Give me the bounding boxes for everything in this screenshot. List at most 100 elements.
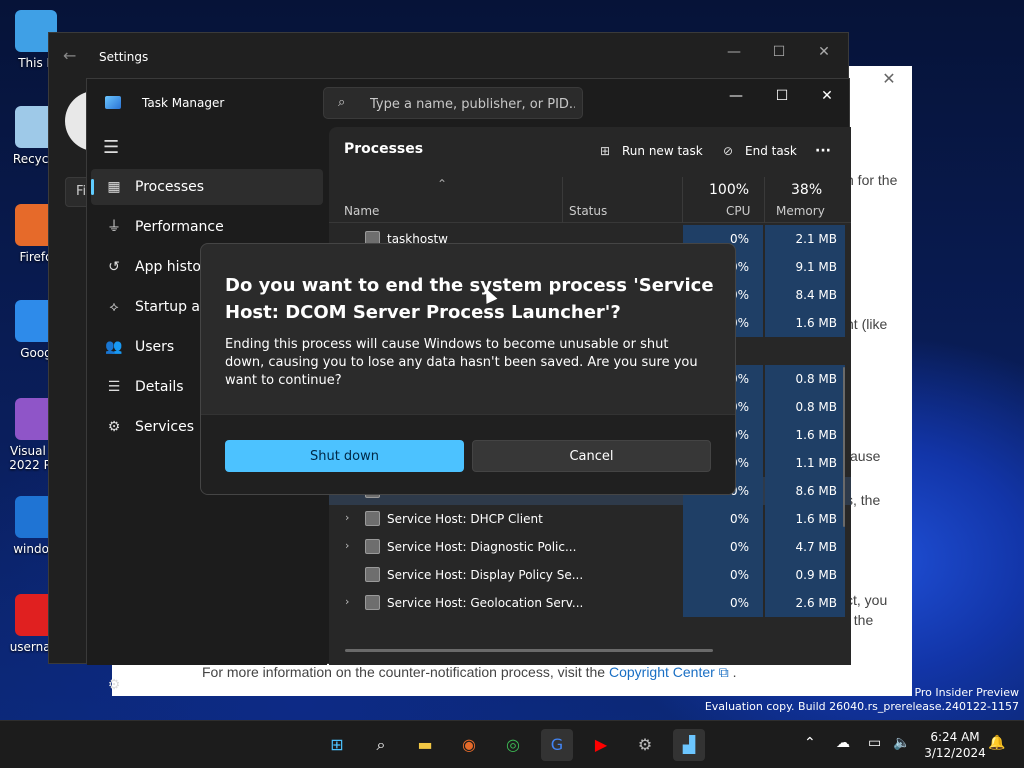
column-divider bbox=[562, 177, 563, 223]
notification-bell-icon[interactable]: 🔔 bbox=[988, 735, 1005, 751]
settings-close-button[interactable]: ✕ bbox=[809, 41, 839, 63]
process-name: Service Host: Diagnostic Polic... bbox=[387, 540, 577, 554]
hamburger-menu-icon[interactable]: ☰ bbox=[103, 137, 119, 158]
memory-cell: 1.6 MB bbox=[765, 309, 845, 337]
expand-chevron-icon[interactable]: › bbox=[345, 539, 357, 552]
chrome-icon[interactable]: ◎ bbox=[497, 729, 529, 761]
sidebar-item-label: Processes bbox=[135, 179, 205, 195]
start-icon[interactable]: ⊞ bbox=[321, 729, 353, 761]
vertical-scrollbar[interactable] bbox=[843, 367, 845, 527]
show-hidden-icons-chevron-icon[interactable]: ⌃ bbox=[804, 735, 816, 751]
expand-chevron-icon[interactable]: › bbox=[345, 595, 357, 608]
dialog-title: Do you want to end the system process 'S… bbox=[225, 275, 714, 323]
cpu-cell: 0% bbox=[683, 561, 763, 589]
table-row[interactable]: › Service Host: DHCP Client 0% 1.6 MB bbox=[329, 505, 851, 533]
settings-app-icon[interactable]: ⚙ bbox=[629, 729, 661, 761]
cpu-total-percent: 100% bbox=[709, 182, 750, 198]
table-row[interactable]: › Service Host: Diagnostic Polic... 0% 4.7 … bbox=[329, 533, 851, 561]
watermark-line: Evaluation copy. Build 26040.rs_prerelea… bbox=[704, 700, 1019, 713]
memory-cell: 8.4 MB bbox=[765, 281, 845, 309]
youtube-icon[interactable]: ▶ bbox=[585, 729, 617, 761]
run-new-task-button[interactable]: ⊞ Run new task bbox=[596, 137, 703, 165]
process-name: Service Host: DHCP Client bbox=[387, 512, 543, 526]
task-manager-logo-icon bbox=[105, 96, 121, 109]
browser-close-icon[interactable]: ✕ bbox=[878, 68, 900, 90]
firefox-icon[interactable]: ◉ bbox=[453, 729, 485, 761]
sidebar-item-label: Users bbox=[135, 339, 175, 355]
process-name: Service Host: Display Policy Se... bbox=[387, 568, 584, 582]
copyright-center-link[interactable]: Copyright Center bbox=[609, 664, 715, 680]
end-task-button[interactable]: ⊘ End task bbox=[719, 137, 797, 165]
run-task-icon: ⊞ bbox=[599, 144, 611, 158]
memory-cell: 2.6 MB bbox=[765, 589, 845, 617]
cpu-cell: 0% bbox=[683, 505, 763, 533]
shut-down-button[interactable]: Shut down bbox=[225, 440, 464, 472]
file-explorer-icon[interactable]: ▬ bbox=[409, 729, 441, 761]
sidebar-item-performance[interactable]: ⏚ Performance bbox=[91, 209, 323, 245]
more-options-button[interactable]: ··· bbox=[815, 137, 831, 165]
maximize-button[interactable]: ☐ bbox=[767, 85, 797, 107]
horizontal-scrollbar[interactable] bbox=[345, 649, 713, 652]
cpu-cell: 0% bbox=[683, 589, 763, 617]
memory-value: 0.9 MB bbox=[795, 568, 837, 582]
page-text-fragment: ct, you bbox=[846, 592, 888, 608]
search-input[interactable] bbox=[370, 94, 575, 114]
settings-maximize-button[interactable]: ☐ bbox=[764, 41, 794, 63]
display-icon[interactable]: ▭ bbox=[868, 735, 881, 751]
memory-value: 9.1 MB bbox=[795, 260, 837, 274]
back-arrow-icon[interactable]: ← bbox=[63, 46, 76, 65]
memory-value: 0.8 MB bbox=[795, 372, 837, 386]
active-indicator bbox=[91, 179, 94, 195]
task-manager-icon[interactable]: ▟ bbox=[673, 729, 705, 761]
sidebar-item-label: Performance bbox=[135, 219, 224, 235]
table-header: ⌃ Name Status 100% CPU 38% Memory bbox=[329, 177, 851, 223]
memory-cell: 1.6 MB bbox=[765, 505, 845, 533]
processes-icon: ▦ bbox=[107, 179, 121, 195]
system-clock[interactable]: 6:24 AM 3/12/2024 bbox=[920, 729, 990, 761]
sidebar-item-processes[interactable]: ▦ Processes bbox=[91, 169, 323, 205]
column-status[interactable]: Status bbox=[569, 204, 607, 218]
memory-cell: 9.1 MB bbox=[765, 253, 845, 281]
dialog-footer: Shut down Cancel bbox=[201, 414, 735, 494]
memory-value: 2.6 MB bbox=[795, 596, 837, 610]
task-manager-title: Task Manager bbox=[142, 96, 225, 110]
memory-cell: 0.8 MB bbox=[765, 365, 845, 393]
sidebar-item-label: Settings bbox=[135, 677, 193, 693]
process-icon bbox=[365, 511, 380, 526]
expand-chevron-icon[interactable]: › bbox=[345, 511, 357, 524]
search-box[interactable]: ⌕ bbox=[323, 87, 583, 119]
search-icon[interactable]: ⌕ bbox=[365, 729, 397, 761]
process-name: Service Host: Geolocation Serv... bbox=[387, 596, 584, 610]
memory-value: 8.6 MB bbox=[795, 484, 837, 498]
minimize-button[interactable]: — bbox=[721, 85, 751, 107]
memory-cell: 4.7 MB bbox=[765, 533, 845, 561]
external-link-icon: ⧉ bbox=[718, 664, 729, 680]
column-memory[interactable]: Memory bbox=[776, 204, 825, 218]
table-row[interactable]: Service Host: Display Policy Se... 0% 0.9 … bbox=[329, 561, 851, 589]
cpu-value: 0% bbox=[729, 596, 749, 610]
column-cpu[interactable]: CPU bbox=[726, 204, 750, 218]
sidebar-item-label: Services bbox=[135, 419, 195, 435]
close-button[interactable]: ✕ bbox=[812, 85, 842, 107]
memory-total-percent: 38% bbox=[791, 182, 823, 198]
memory-cell: 2.1 MB bbox=[765, 225, 845, 253]
settings-minimize-button[interactable]: — bbox=[719, 41, 749, 63]
run-new-task-label: Run new task bbox=[622, 144, 703, 158]
services-icon: ⚙ bbox=[107, 419, 121, 435]
end-process-dialog: Do you want to end the system process 'S… bbox=[200, 243, 736, 495]
memory-value: 8.4 MB bbox=[795, 288, 837, 302]
cancel-button[interactable]: Cancel bbox=[472, 440, 711, 472]
sidebar-item-settings[interactable]: ⚙ Settings bbox=[91, 667, 323, 703]
process-icon bbox=[365, 567, 380, 582]
network-icon[interactable]: ☁ bbox=[836, 735, 850, 751]
sort-arrow-icon[interactable]: ⌃ bbox=[437, 177, 447, 191]
page-text-fragment: s, the bbox=[846, 492, 881, 508]
column-name[interactable]: Name bbox=[344, 204, 379, 218]
app-history-icon: ↺ bbox=[108, 259, 120, 275]
performance-icon: ⏚ bbox=[107, 219, 121, 235]
cpu-value: 0% bbox=[729, 512, 749, 526]
google-icon[interactable]: G bbox=[541, 729, 573, 761]
memory-cell: 1.1 MB bbox=[765, 449, 845, 477]
volume-icon[interactable]: 🔈 bbox=[893, 735, 910, 751]
table-row[interactable]: › Service Host: Geolocation Serv... 0% 2.6 … bbox=[329, 589, 851, 617]
